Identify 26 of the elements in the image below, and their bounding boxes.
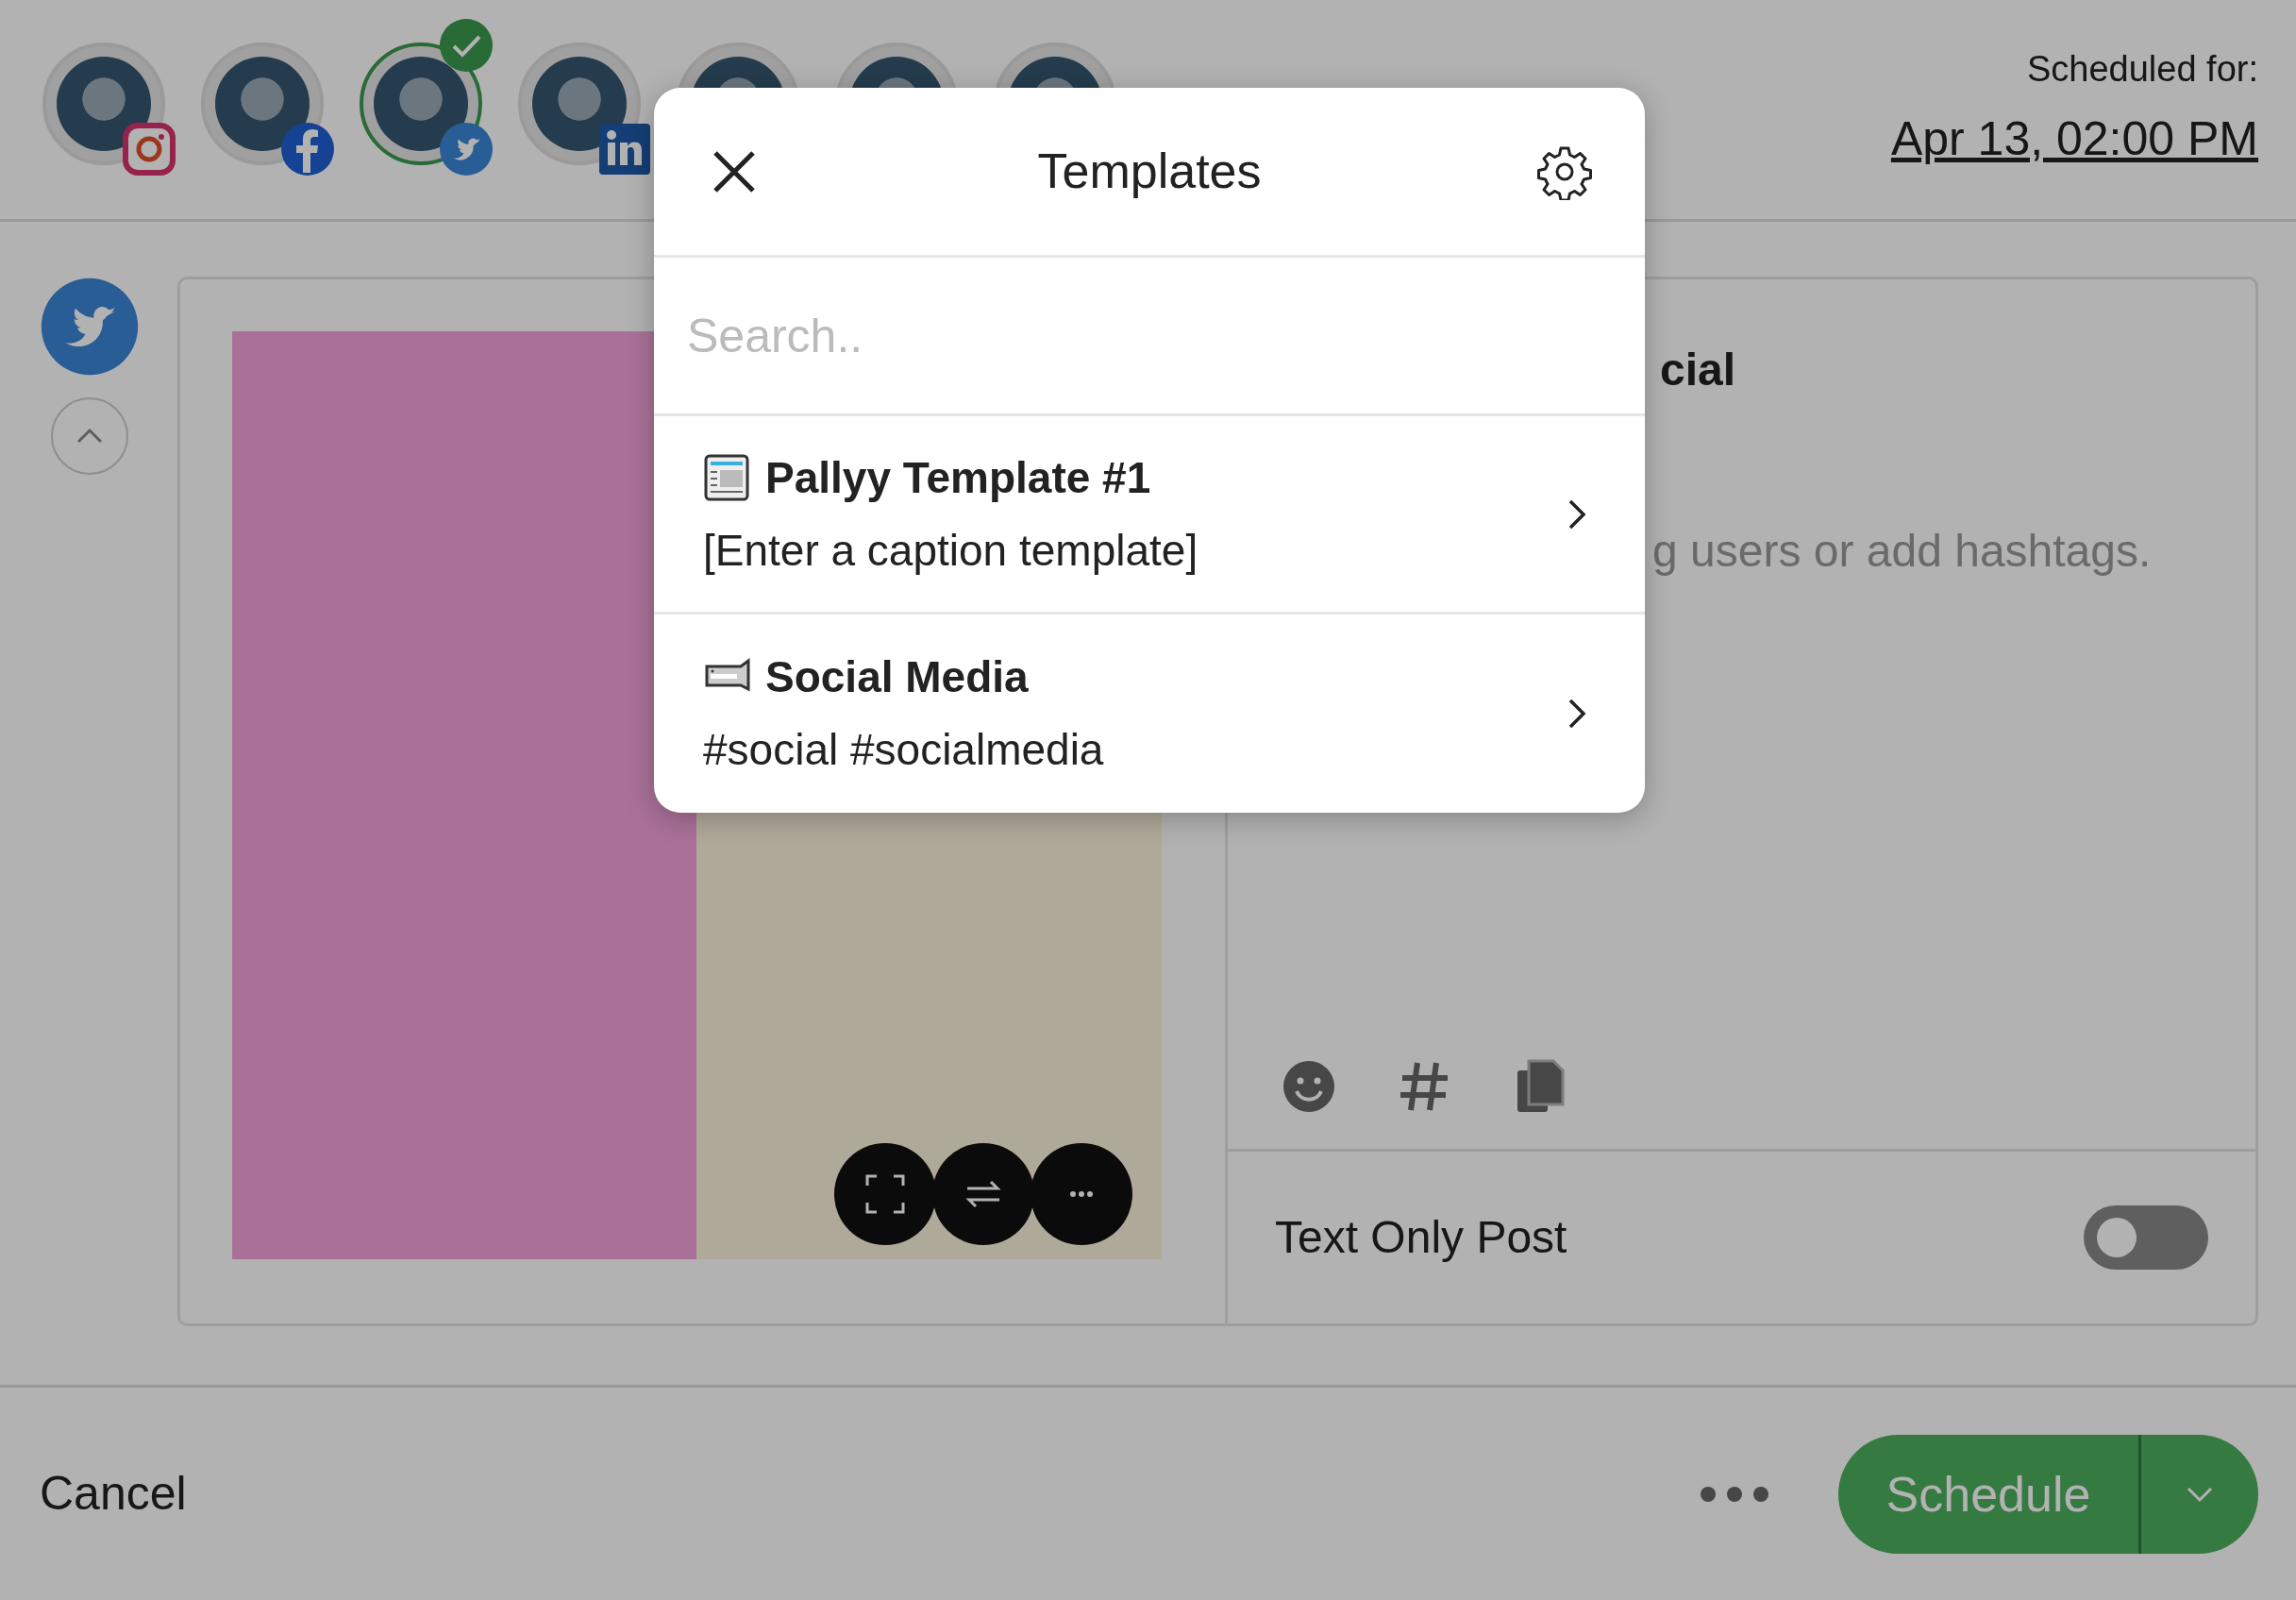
- template-text: [Enter a caption template]: [703, 524, 1198, 577]
- caret-icon: [2186, 1485, 2214, 1503]
- template-title: Pallyy Template #1: [765, 451, 1151, 504]
- more-icon: [1070, 1191, 1093, 1197]
- expand-icon: [863, 1172, 907, 1216]
- facebook-icon: [280, 122, 335, 177]
- caption-heading: cial: [1659, 344, 1737, 396]
- template-item[interactable]: Social Media #social #socialmedia: [654, 615, 1645, 813]
- linkedin-icon: [597, 122, 652, 177]
- twitter-icon[interactable]: [40, 277, 140, 377]
- search-field[interactable]: Search..: [654, 258, 1645, 416]
- instagram-icon: [122, 122, 176, 177]
- newspaper-icon: [703, 453, 750, 502]
- schedule-dropdown-button[interactable]: [2138, 1434, 2258, 1554]
- caption-placeholder: g users or add hashtags.: [1651, 525, 2153, 578]
- schedule-label: Scheduled for:: [2025, 48, 2258, 91]
- template-item[interactable]: Pallyy Template #1 [Enter a caption template]: [654, 416, 1645, 615]
- dialog-title: Templates: [1036, 143, 1263, 201]
- cancel-button[interactable]: Cancel: [40, 1458, 187, 1529]
- template-text: #social #socialmedia: [703, 724, 1104, 776]
- schedule-date-link[interactable]: Apr 13, 02:00 PM: [1890, 104, 2258, 175]
- text-only-label: Text Only Post: [1275, 1211, 1567, 1264]
- template-title: Social Media: [765, 651, 1029, 703]
- chevron-up-icon: [75, 427, 104, 446]
- check-icon: [439, 18, 494, 73]
- twitter-icon: [439, 122, 494, 177]
